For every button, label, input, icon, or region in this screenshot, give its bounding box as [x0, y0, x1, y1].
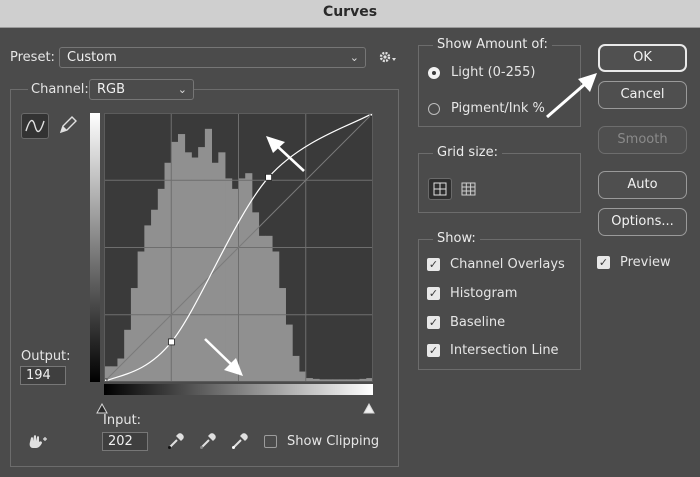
gray-eyedropper-icon[interactable]: [198, 431, 218, 455]
options-button[interactable]: Options...: [598, 208, 687, 236]
histogram-bar: [272, 251, 280, 382]
ok-button[interactable]: OK: [598, 44, 687, 72]
histogram-bar: [137, 251, 145, 382]
curve-control-point[interactable]: [265, 173, 273, 181]
histogram-bar: [225, 178, 233, 382]
histogram-bar: [231, 188, 239, 382]
show-amount-title: Show Amount of:: [433, 37, 552, 52]
preset-dropdown[interactable]: Custom ⌄: [59, 47, 366, 68]
pencil-draw-icon[interactable]: [57, 114, 79, 140]
white-point-slider-icon[interactable]: [363, 399, 375, 418]
detailed-grid-icon[interactable]: [458, 178, 480, 204]
histogram-bar: [130, 288, 139, 382]
title-bar: Curves: [0, 0, 700, 28]
intersection-line-label: Intersection Line: [450, 343, 559, 358]
histogram-bar: [171, 141, 179, 382]
pigment-ink-label: Pigment/Ink %: [451, 101, 545, 116]
preview-label: Preview: [620, 255, 671, 270]
show-clipping-label: Show Clipping: [287, 434, 380, 449]
preset-label: Preset:: [10, 50, 55, 65]
histogram-checkbox[interactable]: ✓: [427, 287, 440, 300]
histogram-bar: [204, 128, 213, 382]
chevron-down-icon: ⌄: [177, 83, 187, 96]
histogram-bar: [144, 225, 152, 382]
histogram-bar: [251, 212, 260, 382]
simple-grid-icon[interactable]: [428, 178, 452, 200]
intersection-line-checkbox[interactable]: ✓: [427, 344, 440, 357]
output-label: Output:: [21, 349, 71, 364]
show-clipping-checkbox[interactable]: [264, 435, 277, 448]
histogram-bar: [292, 355, 300, 382]
light-label: Light (0-255): [451, 65, 536, 80]
channel-value: RGB: [97, 82, 126, 97]
auto-button[interactable]: Auto: [598, 171, 687, 199]
histogram-bar: [191, 157, 199, 382]
histogram-label: Histogram: [450, 286, 518, 301]
black-eyedropper-icon[interactable]: [166, 431, 186, 455]
histogram-bar: [265, 235, 273, 382]
input-label: Input:: [103, 413, 142, 428]
histogram-bar: [238, 178, 246, 382]
targeted-adjustment-hand-icon[interactable]: [25, 432, 49, 456]
histogram-bar: [258, 235, 266, 382]
histogram-bar: [184, 152, 192, 382]
curve-point-tool-icon[interactable]: [21, 113, 49, 139]
window-title: Curves: [322, 4, 378, 20]
curve-graph[interactable]: [104, 113, 373, 382]
channel-dropdown[interactable]: RGB ⌄: [89, 79, 194, 100]
output-field[interactable]: 194: [20, 366, 66, 385]
show-options-title: Show:: [433, 231, 480, 246]
curve-control-point[interactable]: [168, 338, 175, 346]
pigment-ink-radio[interactable]: [428, 103, 440, 115]
histogram-bar: [177, 134, 186, 382]
output-gradient-bar: [90, 113, 100, 382]
light-radio[interactable]: [428, 67, 440, 79]
channel-label: Channel:: [28, 82, 92, 97]
cancel-button[interactable]: Cancel: [598, 81, 687, 109]
baseline-checkbox[interactable]: ✓: [427, 316, 440, 329]
preset-value: Custom: [67, 50, 117, 65]
channel-overlays-checkbox[interactable]: ✓: [427, 258, 440, 271]
input-gradient-bar: [104, 384, 373, 395]
preset-options-gear-icon[interactable]: [378, 49, 398, 69]
baseline-label: Baseline: [450, 315, 506, 330]
histogram-bar: [211, 162, 219, 382]
histogram-bar: [299, 371, 307, 382]
grid-size-title: Grid size:: [433, 145, 503, 160]
input-field[interactable]: 202: [102, 432, 148, 451]
preview-checkbox[interactable]: ✓: [597, 256, 610, 269]
white-eyedropper-icon[interactable]: [230, 431, 250, 455]
chevron-down-icon: ⌄: [349, 51, 359, 64]
histogram-bar: [278, 288, 286, 382]
channel-overlays-label: Channel Overlays: [450, 257, 565, 272]
histogram-bar: [198, 147, 206, 382]
smooth-button[interactable]: Smooth: [598, 126, 687, 154]
histogram-bar: [285, 324, 293, 382]
